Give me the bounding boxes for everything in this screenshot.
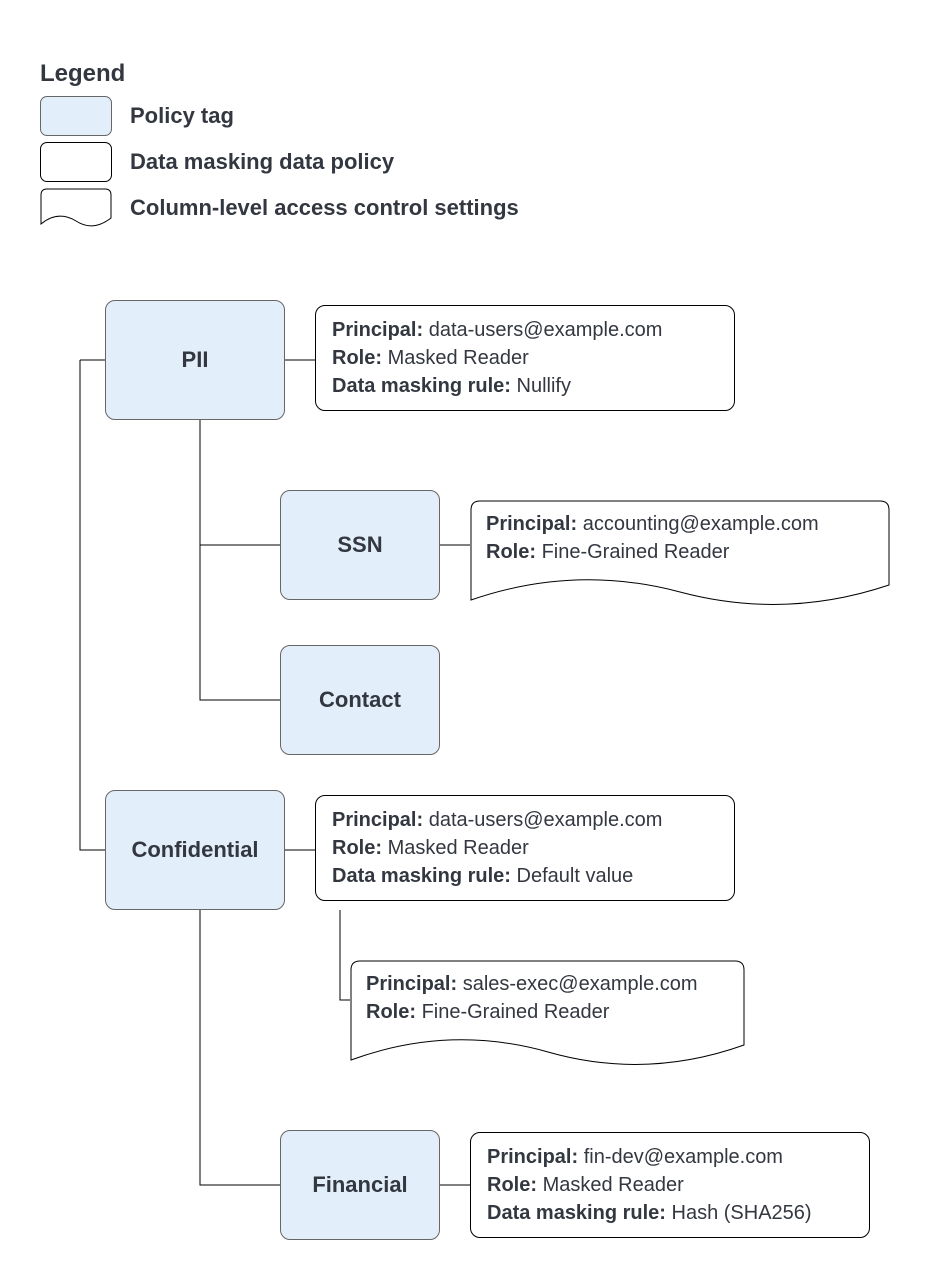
access-ssn: Principal: accounting@example.com Role: …: [470, 500, 890, 615]
tag-contact: Contact: [280, 645, 440, 755]
tag-financial: Financial: [280, 1130, 440, 1240]
policy-pii: Principal: data-users@example.com Role: …: [315, 305, 735, 411]
label-role: Role:: [332, 837, 382, 859]
ssn-principal: accounting@example.com: [583, 513, 819, 535]
tag-contact-label: Contact: [319, 687, 401, 713]
conf-principal: data-users@example.com: [429, 809, 663, 831]
policy-confidential: Principal: data-users@example.com Role: …: [315, 795, 735, 901]
label-principal: Principal:: [486, 513, 577, 535]
label-rule: Data masking rule:: [487, 1202, 666, 1224]
label-role: Role:: [487, 1174, 537, 1196]
label-role: Role:: [332, 347, 382, 369]
pii-rule: Nullify: [517, 375, 571, 397]
label-role: Role:: [486, 541, 536, 563]
label-rule: Data masking rule:: [332, 375, 511, 397]
conf-access-principal: sales-exec@example.com: [463, 973, 698, 995]
pii-role: Masked Reader: [388, 347, 529, 369]
tag-confidential-label: Confidential: [131, 837, 258, 863]
label-principal: Principal:: [487, 1146, 578, 1168]
label-rule: Data masking rule:: [332, 865, 511, 887]
label-principal: Principal:: [332, 319, 423, 341]
ssn-role: Fine-Grained Reader: [542, 541, 730, 563]
conf-access-role: Fine-Grained Reader: [422, 1001, 610, 1023]
label-principal: Principal:: [332, 809, 423, 831]
tag-ssn-label: SSN: [337, 532, 382, 558]
conf-rule: Default value: [517, 865, 634, 887]
tag-pii-label: PII: [182, 347, 209, 373]
pii-principal: data-users@example.com: [429, 319, 663, 341]
diagram: PII Principal: data-users@example.com Ro…: [0, 0, 930, 1280]
policy-financial: Principal: fin-dev@example.com Role: Mas…: [470, 1132, 870, 1238]
tag-financial-label: Financial: [312, 1172, 407, 1198]
label-principal: Principal:: [366, 973, 457, 995]
tag-ssn: SSN: [280, 490, 440, 600]
connector-lines: [0, 0, 930, 1280]
fin-role: Masked Reader: [543, 1174, 684, 1196]
fin-rule: Hash (SHA256): [672, 1202, 812, 1224]
tag-pii: PII: [105, 300, 285, 420]
access-confidential: Principal: sales-exec@example.com Role: …: [350, 960, 745, 1075]
conf-role: Masked Reader: [388, 837, 529, 859]
tag-confidential: Confidential: [105, 790, 285, 910]
fin-principal: fin-dev@example.com: [584, 1146, 783, 1168]
label-role: Role:: [366, 1001, 416, 1023]
